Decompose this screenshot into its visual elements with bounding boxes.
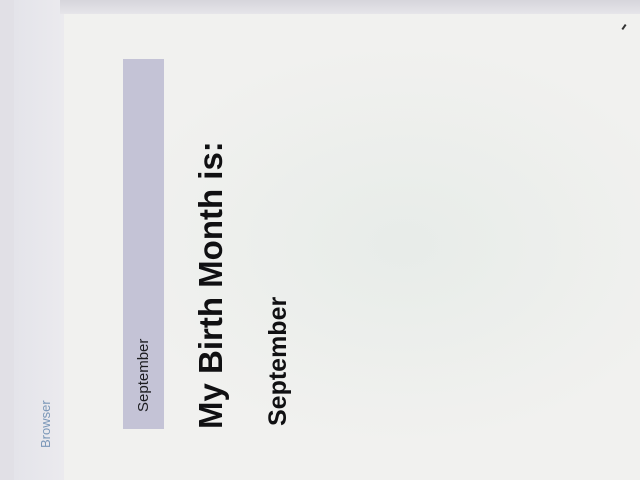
selected-month-text: September [264,296,292,426]
screen-photo: Browser September My Birth Month is: Sep… [0,0,640,480]
window-frame-edge [0,0,14,480]
monitor-top-edge [60,0,640,14]
month-select-value[interactable]: September [135,339,152,412]
browser-label[interactable]: Browser [38,400,53,448]
page-heading: My Birth Month is: [192,141,229,429]
